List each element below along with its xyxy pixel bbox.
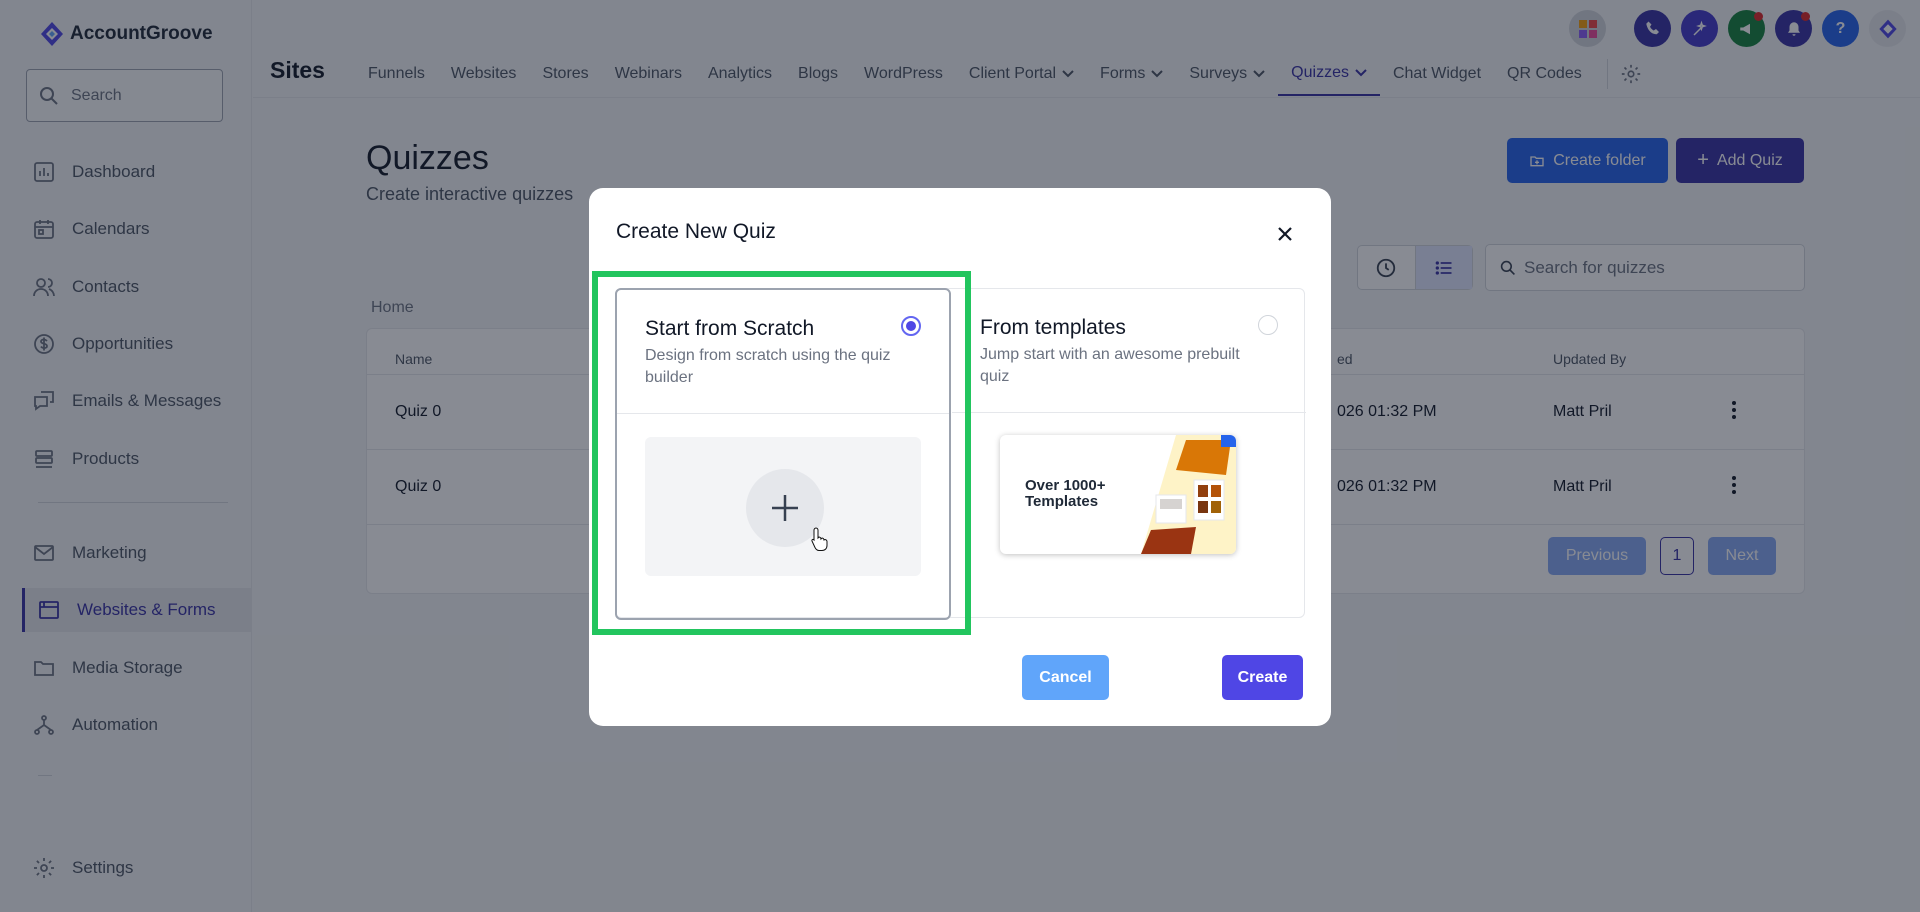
- option-title: From templates: [980, 316, 1126, 339]
- modal-title: Create New Quiz: [616, 220, 776, 243]
- create-button[interactable]: Create: [1222, 655, 1303, 700]
- selection-highlight-box: [592, 271, 971, 635]
- hand-cursor-icon: [811, 527, 828, 551]
- templates-preview-text: Over 1000+ Templates: [1025, 477, 1106, 510]
- close-icon[interactable]: [1275, 224, 1295, 244]
- option-from-templates[interactable]: From templates Jump start with an awesom…: [952, 289, 1306, 619]
- cancel-button[interactable]: Cancel: [1022, 655, 1109, 700]
- templates-preview-card[interactable]: Over 1000+ Templates: [1000, 435, 1236, 554]
- templates-collage-image: [1141, 435, 1236, 554]
- option-description: Jump start with an awesome prebuilt quiz: [980, 346, 1240, 385]
- templates-radio[interactable]: [1258, 315, 1278, 335]
- option-divider: [952, 412, 1306, 413]
